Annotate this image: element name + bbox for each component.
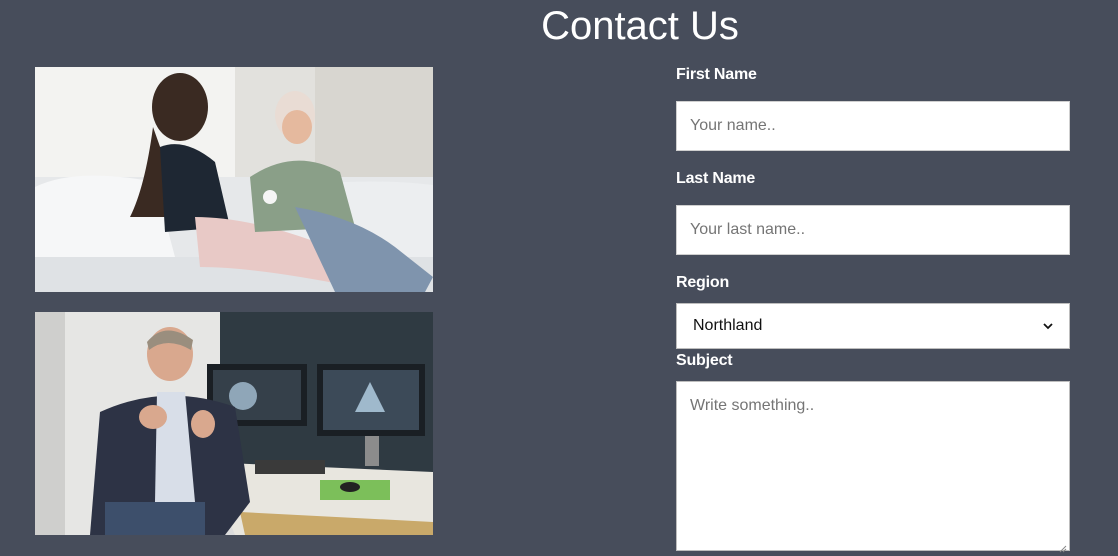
region-select[interactable]: Northland [676,303,1070,349]
title-wrapper: Contact Us [0,4,1118,49]
photo-women-on-sofa [35,67,433,292]
last-name-label: Last Name [676,170,756,187]
page-title: Contact Us [541,4,739,48]
first-name-placeholder: Your name.. [690,117,776,134]
subject-textarea[interactable]: Write something.. [676,381,1070,553]
region-selected-value: Northland [693,317,763,334]
photo-man-at-computer [35,312,433,535]
region-label: Region [676,274,730,291]
subject-label: Subject [676,352,733,369]
first-name-input[interactable]: Your name.. [676,101,1070,151]
chevron-down-icon [1043,319,1053,333]
first-name-label: First Name [676,66,757,83]
subject-placeholder: Write something.. [690,397,815,414]
last-name-input[interactable]: Your last name.. [676,205,1070,255]
resize-handle-icon[interactable] [1059,540,1067,553]
last-name-placeholder: Your last name.. [690,221,806,238]
